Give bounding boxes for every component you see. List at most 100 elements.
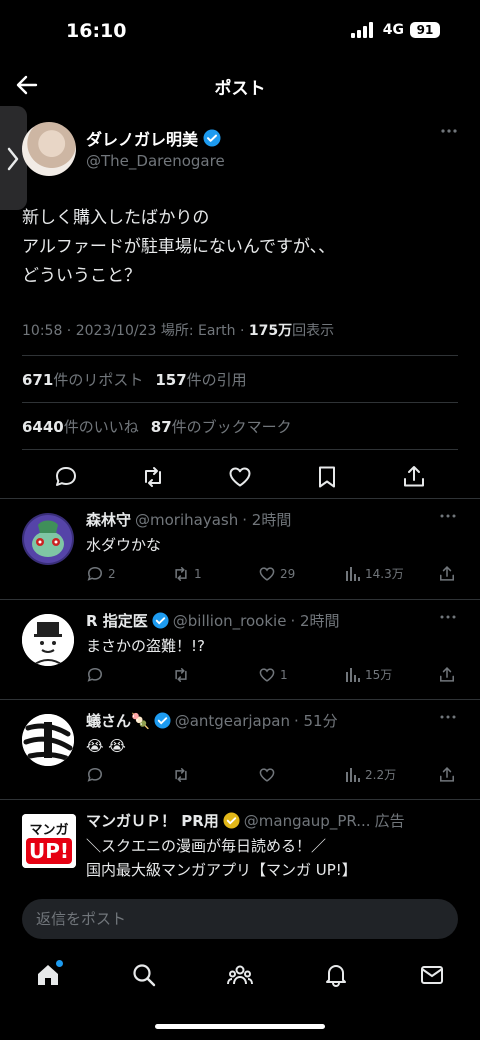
- views-chart-icon: [346, 667, 360, 682]
- reply-text: 水ダウかな: [86, 536, 162, 554]
- share-icon[interactable]: [438, 565, 456, 583]
- reply-action-bar: 2 1 29 14.3万: [86, 565, 460, 587]
- share-icon[interactable]: [438, 766, 456, 784]
- search-icon[interactable]: [131, 962, 157, 988]
- reply-author-handle[interactable]: @antgearjapan: [175, 712, 290, 730]
- notification-dot: [56, 960, 63, 967]
- promoted-post[interactable]: マンガ UP! マンガＵＰ！ PR用 @mangaup_PR... 広告 ＼スク…: [0, 799, 480, 889]
- bookmark-count-label: 件のブックマーク: [171, 418, 292, 436]
- view-count-label: 回表示: [292, 323, 335, 339]
- reply-icon[interactable]: [53, 464, 79, 490]
- verified-badge-icon: [203, 129, 221, 147]
- repost-button[interactable]: [172, 766, 194, 784]
- repost-count-link[interactable]: 671件のリポスト: [22, 369, 143, 390]
- bookmark-count-link[interactable]: 87件のブックマーク: [151, 416, 292, 437]
- reply-text: まさかの盗難！!?: [86, 637, 205, 655]
- ad-logo[interactable]: マンガ UP!: [22, 814, 76, 868]
- calligraphy-avatar-image: [22, 714, 74, 766]
- like-button[interactable]: 29: [258, 565, 295, 583]
- reply-header: 森林守 @morihayash · 2時間: [86, 509, 291, 530]
- like-button[interactable]: 1: [258, 666, 288, 684]
- author-name-row[interactable]: ダレノガレ明美: [86, 126, 221, 150]
- status-indicators: 4G 91: [350, 22, 440, 38]
- notifications-icon[interactable]: [323, 962, 349, 988]
- views-button[interactable]: 14.3万: [345, 565, 404, 582]
- reply-text: 😭 😭: [86, 737, 126, 755]
- like-button[interactable]: [258, 766, 280, 784]
- quote-count-link[interactable]: 157件の引用: [155, 369, 246, 390]
- reply-time: · 2時間: [242, 511, 292, 529]
- reply-item[interactable]: 蟻さん🍡 @antgearjapan · 51分 😭 😭 2.2万: [0, 699, 480, 799]
- avatar[interactable]: [22, 122, 76, 176]
- divider: [22, 402, 458, 403]
- author-name: ダレノガレ明美: [86, 130, 199, 149]
- repost-count: 1: [194, 567, 202, 581]
- reply-button[interactable]: [86, 666, 108, 684]
- more-options-icon[interactable]: [440, 513, 456, 519]
- reply-compose-bar[interactable]: [22, 899, 458, 939]
- reply-author-handle[interactable]: @morihayash: [135, 511, 238, 529]
- like-icon[interactable]: [227, 464, 253, 490]
- reply-button[interactable]: [86, 766, 108, 784]
- reply-author-handle[interactable]: @billion_rookie: [173, 612, 287, 630]
- status-bar: 16:10 4G 91: [0, 0, 480, 62]
- reply-item[interactable]: 森林守 @morihayash · 2時間 水ダウかな 2 1 29 14.3万: [0, 498, 480, 599]
- share-icon[interactable]: [401, 464, 427, 490]
- repost-count: 671: [22, 371, 54, 389]
- reply-button[interactable]: 2: [86, 565, 116, 583]
- reply-item[interactable]: R 指定医 @billion_rookie · 2時間 まさかの盗難！!? 1 …: [0, 599, 480, 699]
- ad-author-name[interactable]: マンガＵＰ！ PR用: [86, 810, 219, 831]
- post-header: ダレノガレ明美 @The_Darenogare: [22, 122, 458, 178]
- bottom-tab-bar: [0, 948, 480, 1004]
- more-options-icon[interactable]: [440, 614, 456, 620]
- communities-icon[interactable]: [227, 962, 253, 988]
- like-count-link[interactable]: 6440件のいいね: [22, 416, 139, 437]
- ad-author-handle[interactable]: @mangaup_PR...: [244, 812, 371, 830]
- view-count: 15万: [365, 668, 393, 682]
- like-count: 1: [280, 668, 288, 682]
- reply-icon: [87, 567, 102, 581]
- verified-badge-icon: [152, 612, 169, 629]
- avatar[interactable]: [22, 714, 74, 766]
- status-time: 16:10: [66, 20, 127, 42]
- manga-up-logo-image: マンガ UP!: [22, 814, 76, 868]
- page-title: ポスト: [214, 79, 266, 99]
- repost-icon[interactable]: [140, 464, 166, 490]
- quote-count: 157: [155, 371, 187, 389]
- reply-action-bar: 1 15万: [86, 666, 460, 688]
- reply-author-name[interactable]: 蟻さん🍡: [86, 710, 150, 731]
- avatar[interactable]: [22, 614, 74, 666]
- reply-author-name[interactable]: R 指定医: [86, 610, 148, 631]
- share-icon[interactable]: [438, 666, 456, 684]
- repost-stats: 671件のリポスト 157件の引用: [22, 369, 247, 390]
- nav-bar: ポスト: [0, 62, 480, 108]
- more-options-icon[interactable]: [440, 128, 458, 134]
- messages-icon[interactable]: [419, 962, 445, 988]
- post-action-bar: [0, 460, 480, 494]
- like-icon: [259, 567, 275, 581]
- avatar[interactable]: [22, 513, 74, 565]
- gold-verified-badge-icon: [223, 812, 240, 829]
- reply-count: 2: [108, 567, 116, 581]
- repost-icon: [175, 768, 187, 782]
- bookmark-icon[interactable]: [314, 464, 340, 490]
- repost-button[interactable]: 1: [172, 565, 202, 583]
- divider: [22, 449, 458, 450]
- author-handle[interactable]: @The_Darenogare: [86, 152, 225, 170]
- reply-input[interactable]: [22, 899, 458, 939]
- battery-level: 91: [410, 22, 440, 38]
- repost-icon: [175, 668, 187, 682]
- repost-button[interactable]: [172, 666, 194, 684]
- views-button[interactable]: 2.2万: [345, 766, 396, 783]
- views-chart-icon: [346, 566, 360, 581]
- like-icon: [259, 668, 275, 682]
- views-button[interactable]: 15万: [345, 666, 392, 683]
- divider: [22, 355, 458, 356]
- reply-time: · 2時間: [290, 612, 340, 630]
- reply-action-bar: 2.2万: [86, 766, 460, 788]
- ad-text: ＼スクエニの漫画が毎日読める！／ 国内最大級マンガアプリ【マンガ UP!】: [86, 837, 357, 879]
- more-options-icon[interactable]: [440, 714, 456, 720]
- post-meta: 10:58 · 2023/10/23 場所: Earth · 175万回表示: [22, 320, 334, 340]
- reply-time: · 51分: [293, 712, 338, 730]
- reply-author-name[interactable]: 森林守: [86, 509, 131, 530]
